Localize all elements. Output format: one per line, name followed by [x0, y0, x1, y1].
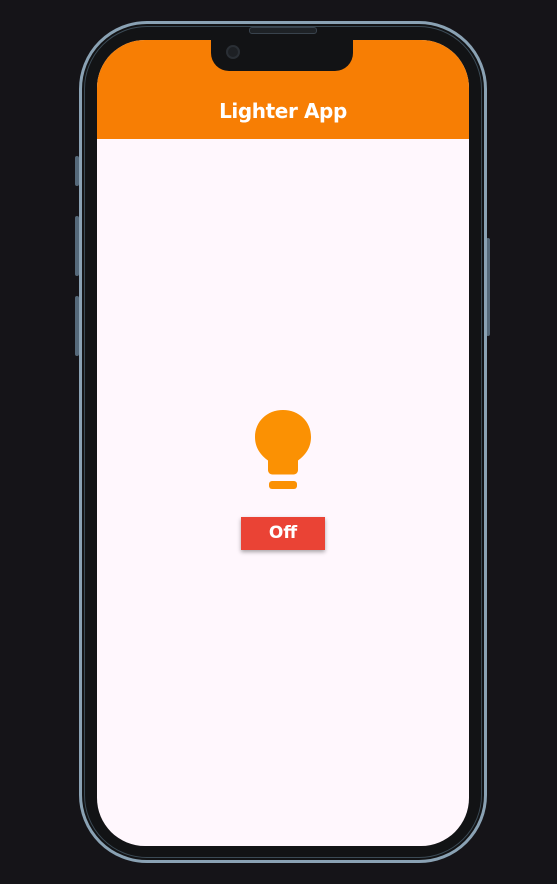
- earpiece-speaker: [249, 27, 317, 34]
- device-stage: Lighter App Off: [0, 0, 557, 884]
- lightbulb-base: [269, 481, 297, 489]
- lightbulb-icon: [255, 410, 311, 489]
- lightbulb-glass: [255, 410, 311, 475]
- app-title: Lighter App: [219, 99, 347, 123]
- toggle-light-button[interactable]: Off: [241, 517, 325, 550]
- front-camera: [226, 45, 240, 59]
